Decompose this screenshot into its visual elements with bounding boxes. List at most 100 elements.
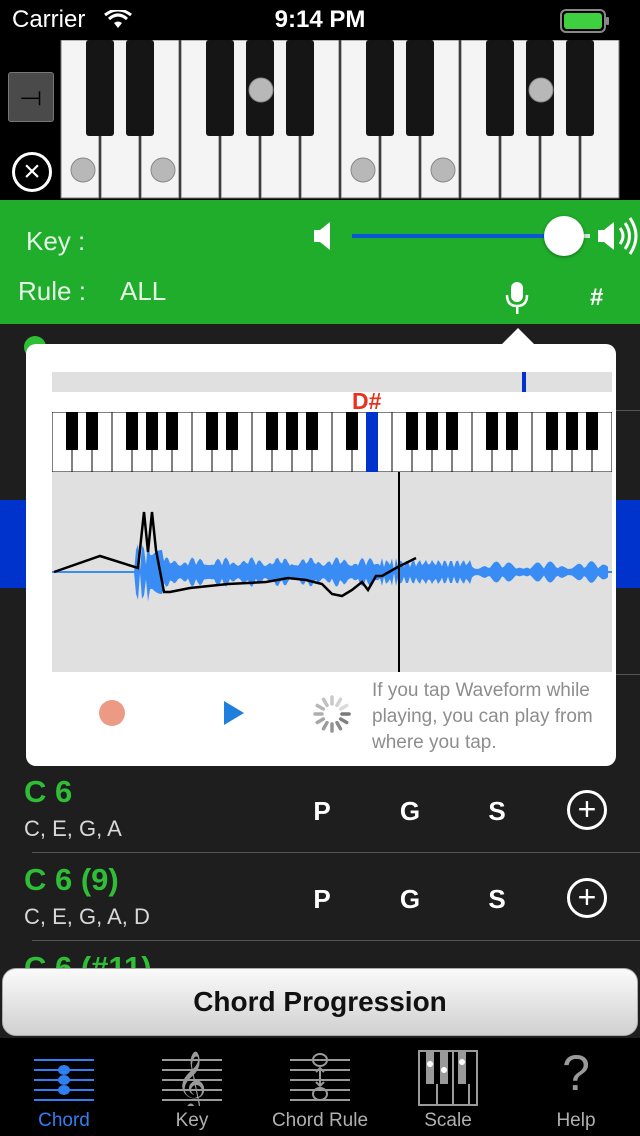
chord-row[interactable]: C 6 (9) C, E, G, A, D P G S +: [0, 856, 640, 940]
tab-chord[interactable]: Chord: [0, 1038, 128, 1136]
highlighted-note-dot: [350, 157, 376, 183]
status-time: 9:14 PM: [274, 6, 366, 33]
black-key: [346, 412, 358, 450]
staff-chord-icon: [34, 1059, 94, 1101]
score-button[interactable]: S: [482, 884, 512, 915]
score-button[interactable]: S: [482, 796, 512, 827]
volume-slider-thumb[interactable]: [544, 216, 584, 256]
guitar-button[interactable]: G: [395, 796, 425, 827]
record-button[interactable]: [99, 700, 125, 726]
highlighted-note-dot: [528, 77, 554, 103]
black-key: [406, 412, 418, 450]
detected-key-highlight: [366, 450, 378, 472]
microphone-icon[interactable]: [504, 280, 530, 316]
chord-name: C 6 (9): [24, 862, 119, 897]
black-key[interactable]: [206, 40, 234, 136]
tab-label: Help: [556, 1110, 596, 1131]
question-icon: ?: [562, 1045, 590, 1101]
add-icon[interactable]: +: [567, 878, 607, 918]
black-key[interactable]: [366, 40, 394, 136]
black-key: [66, 412, 78, 450]
tab-label: Key: [175, 1110, 209, 1131]
black-key: [546, 412, 558, 450]
black-key: [126, 412, 138, 450]
scroll-position-marker: [522, 372, 526, 392]
top-piano-keyboard[interactable]: [60, 40, 640, 200]
highlighted-note-dot: [430, 157, 456, 183]
black-key: [146, 412, 158, 450]
pitch-keyboard[interactable]: [52, 412, 612, 472]
chord-notes: C, E, G, A: [24, 816, 122, 841]
chord-name: C 6 (#11): [24, 950, 152, 968]
black-key[interactable]: [406, 40, 434, 136]
selected-row-highlight-right: [616, 500, 640, 588]
black-key: [446, 412, 458, 450]
add-icon[interactable]: +: [567, 790, 607, 830]
chord-row[interactable]: C 6 (#11): [0, 944, 640, 968]
detected-note: D#: [352, 388, 382, 414]
chord-name: C 6: [24, 774, 73, 809]
volume-low-icon: [314, 222, 330, 250]
close-icon[interactable]: ×: [12, 152, 52, 192]
back-arrow-icon[interactable]: ⟞: [8, 72, 54, 122]
sharp-toggle[interactable]: #: [590, 284, 603, 312]
tab-key[interactable]: 𝄞 Key: [128, 1038, 256, 1136]
play-button[interactable]: P: [307, 884, 337, 915]
key-label: Key :: [26, 226, 86, 256]
treble-clef-icon: 𝄞: [162, 1051, 222, 1106]
tab-chord-rule[interactable]: Chord Rule: [256, 1038, 384, 1136]
chord-progression-button[interactable]: Chord Progression: [2, 968, 638, 1036]
volume-high-icon: [598, 217, 638, 255]
detected-black-key: [366, 412, 378, 450]
status-bar: Carrier 9:14 PM: [0, 0, 640, 40]
loading-spinner-icon: [313, 695, 351, 733]
popover-arrow: [500, 328, 536, 346]
row-divider: [612, 410, 640, 411]
scroll-position-bar[interactable]: [52, 372, 612, 392]
rule-value[interactable]: ALL: [120, 276, 166, 307]
play-icon[interactable]: [222, 700, 246, 726]
highlighted-note-dot: [70, 157, 96, 183]
chord-rule-icon: [290, 1053, 350, 1101]
tab-label: Chord: [38, 1110, 90, 1131]
play-button[interactable]: P: [307, 796, 337, 827]
black-key: [306, 412, 318, 450]
guitar-button[interactable]: G: [395, 884, 425, 915]
black-key: [206, 412, 218, 450]
black-key: [226, 412, 238, 450]
black-key: [486, 412, 498, 450]
chord-notes: C, E, G, A, D: [24, 904, 150, 929]
tab-label: Chord Rule: [271, 1110, 369, 1131]
black-key[interactable]: [486, 40, 514, 136]
volume-track[interactable]: [352, 234, 564, 238]
black-key[interactable]: [126, 40, 154, 136]
highlighted-note-dot: [248, 77, 274, 103]
black-key: [166, 412, 178, 450]
svg-text:𝄞: 𝄞: [176, 1051, 207, 1106]
row-divider: [32, 940, 640, 941]
rule-label: Rule :: [18, 276, 86, 306]
black-key: [266, 412, 278, 450]
tab-bar: Chord 𝄞 Key Chord Rule Scale ? Help: [0, 1038, 640, 1136]
highlighted-note-dot: [150, 157, 176, 183]
tab-label: Scale: [424, 1110, 472, 1131]
black-key: [506, 412, 518, 450]
black-key[interactable]: [286, 40, 314, 136]
row-divider: [612, 674, 640, 675]
row-divider: [32, 852, 640, 853]
waveform-help-text: If you tap Waveform while playing, you c…: [372, 680, 593, 753]
waveform-area[interactable]: [52, 472, 612, 672]
black-key: [586, 412, 598, 450]
tab-help[interactable]: ? Help: [512, 1038, 640, 1136]
selected-row-highlight: [0, 500, 26, 588]
battery-icon: [560, 9, 609, 33]
tab-scale[interactable]: Scale: [384, 1038, 512, 1136]
black-key[interactable]: [566, 40, 594, 136]
black-key: [286, 412, 298, 450]
scale-keys-icon: [418, 1050, 478, 1106]
chord-row[interactable]: C 6 C, E, G, A P G S +: [0, 768, 640, 852]
black-key: [86, 412, 98, 450]
waveform: [52, 472, 612, 672]
black-key[interactable]: [86, 40, 114, 136]
recorder-popup: D# If you tap Waveform while playing, yo…: [26, 344, 616, 766]
